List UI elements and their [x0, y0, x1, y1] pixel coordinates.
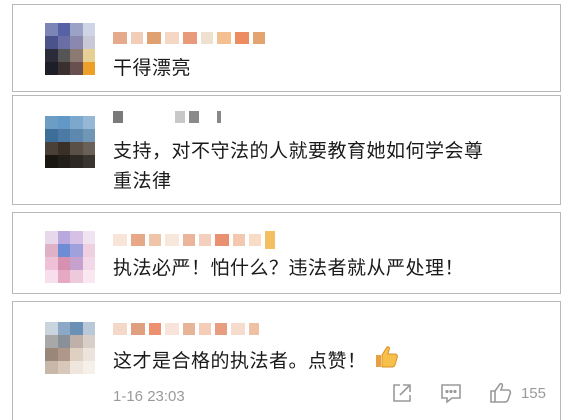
- like-count: 155: [520, 384, 546, 402]
- comment-text-line2: 重法律: [113, 170, 172, 192]
- comment-text-body: 这才是合格的执法者。点赞！: [113, 350, 367, 372]
- avatar[interactable]: [45, 116, 95, 168]
- share-button[interactable]: [391, 382, 413, 404]
- timestamp: 1-16 23:03: [113, 388, 185, 405]
- comment-text: 干得漂亮: [113, 57, 192, 79]
- share-icon: [393, 384, 411, 402]
- comment-text: 这才是合格的执法者。点赞！: [113, 344, 399, 379]
- username-blurred[interactable]: [113, 110, 221, 124]
- avatar[interactable]: [45, 231, 95, 283]
- comment-card: 这才是合格的执法者。点赞！ 1-16 23:03 155: [12, 301, 561, 420]
- username-blurred[interactable]: [113, 322, 259, 336]
- comment-actions: 155: [391, 382, 546, 404]
- avatar[interactable]: [45, 23, 95, 75]
- comment-card: 执法必严！怕什么？违法者就从严处理！: [12, 212, 561, 294]
- like-icon: [490, 382, 512, 403]
- comment-card: 支持，对不守法的人就要教育她如何学会尊 重法律: [12, 95, 561, 205]
- comment-text-line1: 支持，对不守法的人就要教育她如何学会尊: [113, 140, 484, 162]
- comment-icon: [441, 384, 461, 404]
- thumbs-up-emoji-icon: [373, 344, 399, 379]
- like-button[interactable]: 155: [489, 382, 546, 404]
- comment-card: 干得漂亮: [12, 4, 561, 92]
- avatar[interactable]: [45, 322, 95, 374]
- comment-text: 执法必严！怕什么？违法者就从严处理！: [113, 257, 465, 279]
- username-blurred[interactable]: [113, 231, 275, 249]
- comment-button[interactable]: [439, 382, 463, 404]
- username-blurred[interactable]: [113, 31, 265, 45]
